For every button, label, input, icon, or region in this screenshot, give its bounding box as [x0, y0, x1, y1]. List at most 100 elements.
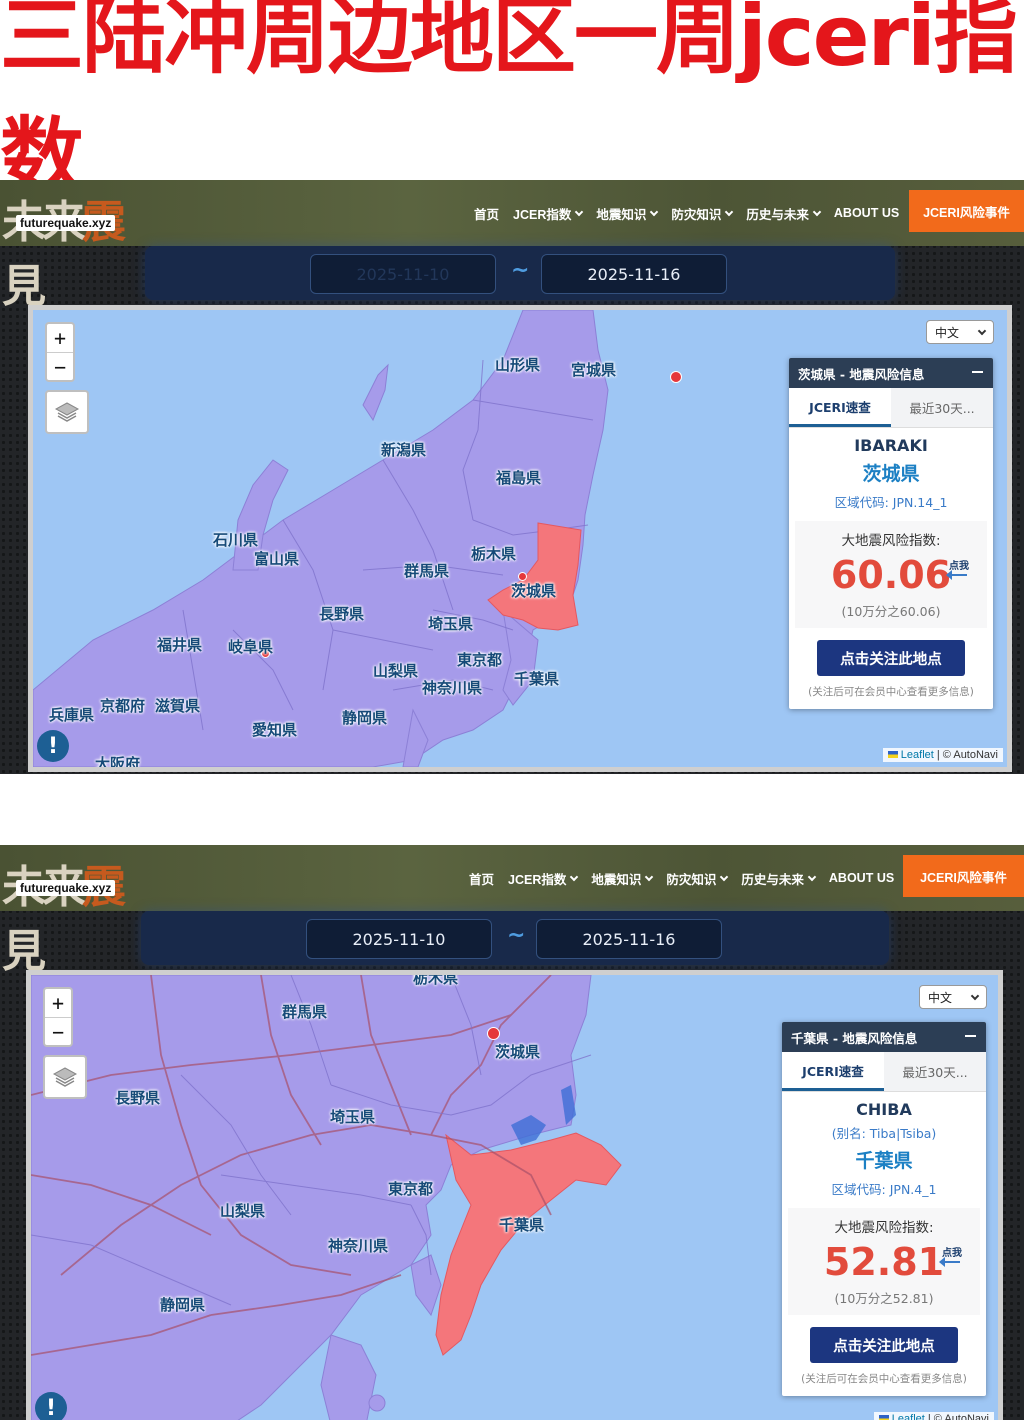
zoom-out-button[interactable]: − [47, 352, 73, 380]
jceri-risk-events-button[interactable]: JCERI风险事件 [903, 855, 1024, 897]
nav-jcer-index[interactable]: JCER指数 [513, 204, 584, 223]
nav-quake-knowledge[interactable]: 地震知识 [591, 869, 654, 888]
leaflet-link[interactable]: Leaflet [901, 749, 934, 761]
pref-label[interactable]: 岐阜県 [228, 636, 273, 657]
layers-button[interactable] [43, 1055, 87, 1099]
risk-info-panel: 茨城県 - 地震风险信息 JCERI速查 最近30天... IBARAKI 茨城… [789, 358, 993, 709]
site-url: futurequake.xyz [16, 215, 116, 231]
pref-label[interactable]: 群馬県 [282, 1001, 327, 1022]
pref-label[interactable]: 滋賀県 [155, 695, 200, 716]
pref-label[interactable]: 山梨県 [373, 660, 418, 681]
pref-label[interactable]: 新潟県 [381, 439, 426, 460]
pref-label[interactable]: 神奈川県 [328, 1235, 388, 1256]
nav-home[interactable]: 首页 [469, 869, 494, 888]
site-logo[interactable]: 未来震見 futurequake.xyz [0, 186, 150, 312]
main-menu: 首页 JCER指数 地震知识 防灾知识 历史与未来 ABOUT US [474, 180, 899, 246]
arrow-left-icon [939, 1257, 960, 1267]
collapse-icon[interactable] [972, 371, 983, 373]
nav-history-future[interactable]: 历史与未来 [746, 204, 822, 223]
tab-jceri-quick[interactable]: JCERI速查 [789, 388, 891, 427]
region-roman-name: IBARAKI [854, 436, 928, 455]
follow-location-button[interactable]: 点击关注此地点 [810, 1327, 958, 1363]
risk-box: 大地震风险指数: 60.06 点我 (10万分之60.06) [795, 521, 987, 628]
pref-label[interactable]: 石川県 [213, 529, 258, 550]
chevron-down-icon [570, 872, 579, 881]
pref-label[interactable]: 栃木県 [413, 975, 458, 988]
arrow-left-icon [946, 570, 967, 580]
pref-label[interactable]: 兵庫県 [49, 704, 94, 725]
nav-home[interactable]: 首页 [474, 204, 499, 223]
nav-about-us[interactable]: ABOUT US [834, 206, 899, 220]
date-from-input[interactable]: 2025-11-10 [310, 254, 496, 294]
map-view[interactable]: 山形県 宮城県 新潟県 福島県 石川県 富山県 栃木県 群馬県 茨城県 長野県 … [28, 305, 1012, 772]
risk-subtext: (10万分之60.06) [841, 604, 941, 619]
nav-about-us[interactable]: ABOUT US [829, 871, 894, 885]
tap-hint[interactable]: 点我 [942, 1244, 962, 1259]
date-from-input[interactable]: 2025-11-10 [306, 919, 492, 959]
pref-label[interactable]: 愛知県 [252, 719, 297, 740]
pref-label[interactable]: 茨城県 [511, 580, 556, 601]
pref-label[interactable]: 千葉県 [514, 668, 559, 689]
pref-label[interactable]: 静岡県 [342, 707, 387, 728]
date-to-input[interactable]: 2025-11-16 [541, 254, 727, 294]
zoom-control: + − [43, 987, 73, 1047]
pref-label[interactable]: 山形県 [495, 354, 540, 375]
pref-label[interactable]: 富山県 [254, 548, 299, 569]
pref-label[interactable]: 福井県 [157, 634, 202, 655]
alert-icon[interactable]: ! [37, 730, 69, 762]
zoom-control: + − [45, 322, 75, 382]
leaflet-link[interactable]: Leaflet [892, 1413, 925, 1420]
follow-location-button[interactable]: 点击关注此地点 [817, 640, 965, 676]
pref-label[interactable]: 埼玉県 [428, 613, 473, 634]
collapse-icon[interactable] [965, 1035, 976, 1037]
pref-label[interactable]: 長野県 [319, 603, 364, 624]
pref-label[interactable]: 山梨県 [220, 1200, 265, 1221]
layers-icon [54, 402, 80, 422]
zoom-in-button[interactable]: + [45, 989, 71, 1017]
date-to-input[interactable]: 2025-11-16 [536, 919, 722, 959]
zoom-in-button[interactable]: + [47, 324, 73, 352]
alert-icon[interactable]: ! [35, 1392, 67, 1420]
nav-disaster-prevention[interactable]: 防灾知识 [666, 869, 729, 888]
pref-label[interactable]: 千葉県 [499, 1214, 544, 1235]
main-menu: 首页 JCER指数 地震知识 防灾知识 历史与未来 ABOUT US [469, 845, 894, 911]
nav-jcer-index[interactable]: JCER指数 [508, 869, 579, 888]
layers-icon [52, 1067, 78, 1087]
pref-label[interactable]: 埼玉県 [330, 1106, 375, 1127]
pref-label[interactable]: 大阪府 [95, 753, 140, 767]
language-select[interactable]: 中文 [926, 320, 994, 344]
screenshot-1: 未来震見 futurequake.xyz 首页 JCER指数 地震知识 防灾知识… [0, 180, 1024, 774]
pref-label[interactable]: 京都府 [100, 695, 145, 716]
quake-marker[interactable] [487, 1027, 500, 1040]
tap-hint[interactable]: 点我 [949, 557, 969, 572]
pref-label[interactable]: 長野県 [115, 1087, 160, 1108]
pref-label[interactable]: 茨城県 [495, 1041, 540, 1062]
pref-label[interactable]: 神奈川県 [422, 677, 482, 698]
tab-last-30-days[interactable]: 最近30天... [891, 388, 993, 427]
pref-label[interactable]: 東京都 [457, 649, 502, 670]
pref-label[interactable]: 東京都 [388, 1178, 433, 1199]
risk-value: 60.06 [830, 553, 952, 597]
region-roman-name: CHIBA [856, 1100, 912, 1119]
nav-history-future[interactable]: 历史与未来 [741, 869, 817, 888]
pref-label[interactable]: 群馬県 [404, 560, 449, 581]
site-logo[interactable]: 未来震見 futurequake.xyz [0, 851, 150, 977]
chevron-down-icon [720, 872, 729, 881]
region-name: 千葉県 [855, 1150, 913, 1172]
follow-note: (关注后可在会员中心查看更多信息) [808, 686, 974, 698]
risk-label: 大地震风险指数: [834, 1220, 934, 1236]
pref-label[interactable]: 静岡県 [160, 1294, 205, 1315]
language-select[interactable]: 中文 [919, 985, 987, 1009]
pref-label[interactable]: 宮城県 [571, 359, 616, 380]
nav-quake-knowledge[interactable]: 地震知识 [596, 204, 659, 223]
zoom-out-button[interactable]: − [45, 1017, 71, 1045]
pref-label[interactable]: 福島県 [496, 467, 541, 488]
pref-label[interactable]: 栃木県 [471, 543, 516, 564]
jceri-risk-events-button[interactable]: JCERI风险事件 [909, 190, 1024, 232]
nav-disaster-prevention[interactable]: 防灾知识 [671, 204, 734, 223]
map-view[interactable]: 栃木県 群馬県 茨城県 長野県 埼玉県 東京都 山梨県 千葉県 神奈川県 静岡県… [26, 970, 1003, 1420]
quake-marker[interactable] [670, 371, 682, 383]
layers-button[interactable] [45, 390, 89, 434]
tab-jceri-quick[interactable]: JCERI速查 [782, 1052, 884, 1091]
tab-last-30-days[interactable]: 最近30天... [884, 1052, 986, 1091]
